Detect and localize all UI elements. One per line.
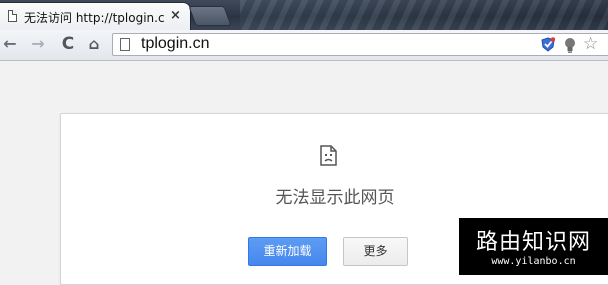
- shield-icon[interactable]: [541, 37, 555, 52]
- page-info-icon[interactable]: [120, 38, 130, 51]
- more-button[interactable]: 更多: [343, 237, 408, 266]
- tab-close-icon[interactable]: ×: [170, 8, 181, 23]
- page-icon: [8, 10, 17, 22]
- tab-strip: 无法访问 http://tplogin.c ×: [0, 0, 608, 30]
- lightbulb-icon[interactable]: [564, 37, 576, 53]
- home-icon[interactable]: ⌂: [84, 34, 104, 54]
- reload-button[interactable]: 重新加载: [248, 237, 327, 266]
- site-watermark: 路由知识网 www.yilanbo.cn: [459, 218, 608, 275]
- reload-icon[interactable]: C: [58, 34, 78, 54]
- watermark-title: 路由知识网: [475, 230, 591, 255]
- address-bar[interactable]: tplogin.cn ☆: [112, 33, 608, 56]
- back-arrow-icon[interactable]: ←: [0, 34, 20, 54]
- browser-toolbar: ← → C ⌂ tplogin.cn ☆: [0, 30, 608, 61]
- tab-title: 无法访问 http://tplogin.c: [24, 11, 165, 25]
- error-title: 无法显示此网页: [275, 188, 395, 208]
- watermark-url: www.yilanbo.cn: [491, 256, 576, 267]
- window-frame-decoration: [240, 0, 608, 30]
- url-text[interactable]: tplogin.cn: [141, 35, 210, 53]
- bookmark-star-icon[interactable]: ☆: [583, 34, 598, 54]
- sad-page-icon: [320, 145, 337, 166]
- browser-tab[interactable]: 无法访问 http://tplogin.c ×: [0, 3, 190, 30]
- new-tab-button[interactable]: [188, 6, 232, 26]
- forward-arrow-icon[interactable]: →: [28, 34, 48, 54]
